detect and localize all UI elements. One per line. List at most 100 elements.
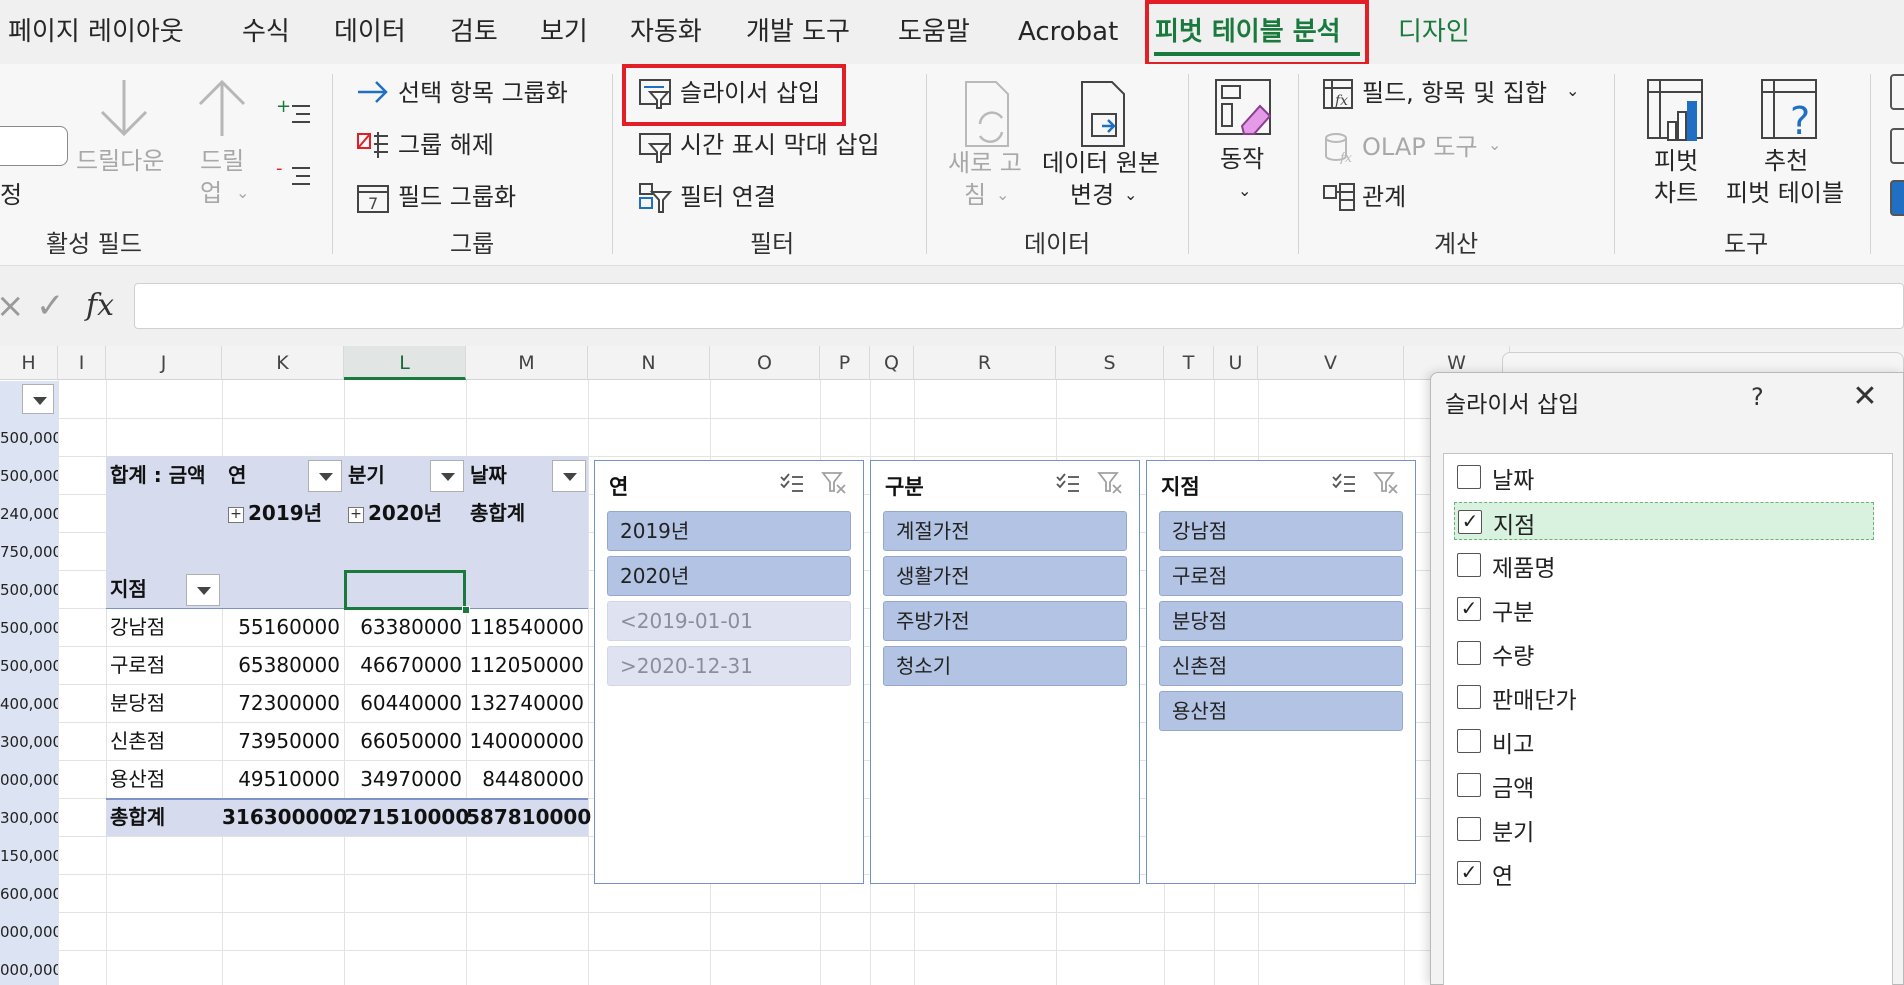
slicer-item[interactable]: 생활가전 [883,556,1127,596]
active-cell-selection[interactable] [344,570,466,610]
column-header-l[interactable]: L [344,346,466,380]
tab-help[interactable]: 도움말 [898,12,970,52]
column-header-h[interactable]: H [0,346,58,380]
column-header-u[interactable]: U [1214,346,1258,380]
grand-total-cell[interactable]: 316300000 [222,798,347,836]
checkbox-checked[interactable]: ✓ [1457,597,1481,621]
grand-total-cell[interactable]: 587810000 [466,798,591,836]
checkbox-checked[interactable]: ✓ [1458,510,1482,534]
clear-filter-icon[interactable] [1373,471,1399,495]
date-filter-dropdown[interactable] [552,460,586,492]
slicer-item[interactable]: 구로점 [1159,556,1403,596]
cell-h[interactable]: 000,000 [0,951,58,985]
tab-view[interactable]: 보기 [540,12,588,52]
column-header-j[interactable]: J [106,346,222,380]
change-data-source-line2[interactable]: 변경 [1070,180,1114,210]
column-header-m[interactable]: M [466,346,588,380]
field-option-product[interactable]: 제품명 [1454,546,1874,584]
slicer-branch[interactable]: 지점 강남점 구로점 분당점 신촌점 용산점 [1146,460,1416,884]
field-option-year[interactable]: ✓ 연 [1454,854,1874,892]
cell-h[interactable]: 500,000 [0,647,58,685]
cell-h[interactable]: 400,000 [0,685,58,723]
enter-formula-icon[interactable]: ✓ [36,286,65,326]
olap-tools-button[interactable]: OLAP 도구 [1362,132,1478,162]
value-cell[interactable]: 46670000 [344,646,466,684]
value-cell[interactable]: 49510000 [222,760,344,798]
recommended-pivottable-line1[interactable]: 추천 [1764,146,1808,176]
checkbox[interactable] [1457,773,1481,797]
tab-developer[interactable]: 개발 도구 [746,12,850,52]
insert-slicer-dialog[interactable]: 슬라이서 삽입 ? ✕ 날짜 ✓ 지점 제품명 ✓ 구분 수량 판매단가 비고 [1430,372,1904,985]
checkbox[interactable] [1457,465,1481,489]
value-cell[interactable]: 140000000 [466,722,588,760]
close-button[interactable]: ✕ [1845,379,1885,414]
slicer-category[interactable]: 구분 계절가전 생활가전 주방가전 청소기 [870,460,1140,884]
slicer-year[interactable]: 연 2019년 2020년 <2019-01-01 >2020-12-31 [594,460,864,884]
column-header-p[interactable]: P [820,346,870,380]
column-header-n[interactable]: N [588,346,710,380]
slicer-item[interactable]: 용산점 [1159,691,1403,731]
field-option-category[interactable]: ✓ 구분 [1454,590,1874,628]
tab-review[interactable]: 검토 [450,12,498,52]
checkbox[interactable] [1457,729,1481,753]
checkbox-checked[interactable]: ✓ [1457,861,1481,885]
tab-acrobat[interactable]: Acrobat [1018,12,1118,52]
field-option-quarter[interactable]: 분기 [1454,810,1874,848]
pivot-col-header-total[interactable]: 총합계 [470,494,525,532]
value-cell[interactable]: 118540000 [466,608,588,646]
cell-h[interactable]: 240,000 [0,495,58,533]
pivot-chart-button-line1[interactable]: 피벗 [1654,146,1698,176]
cell-h[interactable]: 750,000 [0,533,58,571]
value-cell[interactable]: 66050000 [344,722,466,760]
slicer-item[interactable]: <2019-01-01 [607,601,851,641]
column-header-i[interactable]: I [58,346,106,380]
field-option-date[interactable]: 날짜 [1454,458,1874,496]
row-label[interactable]: 구로점 [110,646,165,684]
branch-filter-dropdown[interactable] [186,574,220,606]
tab-design[interactable]: 디자인 [1398,12,1470,52]
group-field-button[interactable]: 필드 그룹화 [398,182,516,212]
refresh-button-line1[interactable]: 새로 고 [948,148,1022,178]
row-label[interactable]: 분당점 [110,684,165,722]
pivot-column-field-year[interactable]: 연 [228,456,246,494]
checkbox[interactable] [1457,685,1481,709]
clear-filter-icon[interactable] [1097,471,1123,495]
drillup-button-line1[interactable]: 드릴 [200,146,244,176]
active-field-textbox[interactable] [0,126,68,166]
cell-h[interactable]: 500,000 [0,609,58,647]
cell-h[interactable]: 300,000 [0,799,58,837]
field-option-note[interactable]: 비고 [1454,722,1874,760]
tab-page-layout[interactable]: 페이지 레이아웃 [8,12,184,52]
slicer-item[interactable]: 강남점 [1159,511,1403,551]
pivot-column-field-date[interactable]: 날짜 [470,456,507,494]
ungroup-button[interactable]: 그룹 해제 [398,130,494,160]
value-cell[interactable]: 73950000 [222,722,344,760]
slicer-item[interactable]: 신촌점 [1159,646,1403,686]
pivot-col-header-2019[interactable]: +2019년 [228,494,322,532]
value-cell[interactable]: 84480000 [466,760,588,798]
checkbox[interactable] [1457,641,1481,665]
column-header-s[interactable]: S [1056,346,1164,380]
row-label[interactable]: 용산점 [110,760,165,798]
field-option-branch[interactable]: ✓ 지점 [1454,502,1874,540]
recommended-pivottable-line2[interactable]: 피벗 테이블 [1726,178,1844,208]
tab-formulas[interactable]: 수식 [242,12,290,52]
multi-select-icon[interactable] [1331,471,1357,495]
relationships-button[interactable]: 관계 [1362,182,1406,212]
value-cell[interactable]: 72300000 [222,684,344,722]
checkbox[interactable] [1457,817,1481,841]
grand-total-cell[interactable]: 271510000 [344,798,469,836]
clear-filter-icon[interactable] [821,471,847,495]
filter-connections-button[interactable]: 필터 연결 [680,182,776,212]
pivot-col-header-2020[interactable]: +2020년 [348,494,442,532]
value-cell[interactable]: 65380000 [222,646,344,684]
value-cell[interactable]: 55160000 [222,608,344,646]
multi-select-icon[interactable] [779,471,805,495]
fields-items-sets-button[interactable]: 필드, 항목 및 집합 [1362,78,1547,108]
actions-button[interactable]: 동작 [1220,144,1264,174]
show-panel-icon[interactable] [1890,180,1904,216]
value-cell[interactable]: 112050000 [466,646,588,684]
row-label[interactable]: 신촌점 [110,722,165,760]
formula-input[interactable] [134,283,1904,329]
value-cell[interactable]: 63380000 [344,608,466,646]
